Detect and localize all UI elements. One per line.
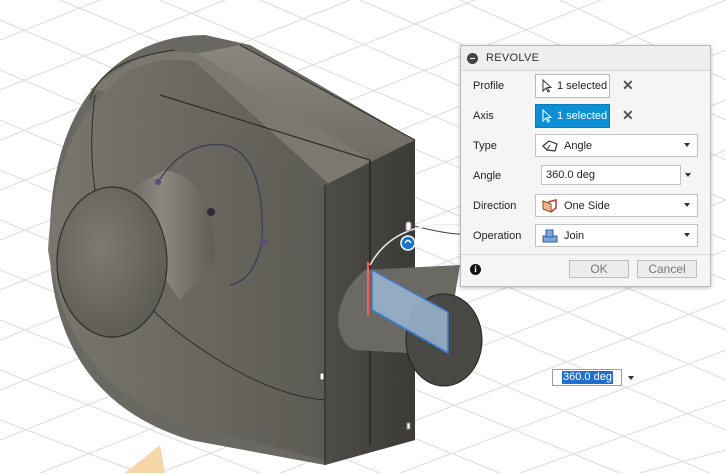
angle-dropdown-caret[interactable] xyxy=(685,173,691,177)
collapse-icon[interactable] xyxy=(467,52,478,64)
angle-icon xyxy=(542,139,558,152)
direction-label: Direction xyxy=(473,200,517,212)
direction-row: Direction One Side xyxy=(461,191,710,221)
angle-floating-dropdown-caret[interactable] xyxy=(628,376,634,380)
angle-label: Angle xyxy=(473,170,502,182)
direction-dropdown[interactable]: One Side xyxy=(535,194,698,217)
cursor-arrow-icon xyxy=(542,109,553,123)
angle-input[interactable]: 360.0 deg xyxy=(541,165,681,185)
chevron-down-icon xyxy=(684,203,690,207)
operation-row: Operation Join xyxy=(461,221,710,251)
cancel-button[interactable]: Cancel xyxy=(637,260,697,278)
direction-value: One Side xyxy=(564,199,610,212)
operation-dropdown[interactable]: Join xyxy=(535,224,698,247)
type-row: Type Angle xyxy=(461,131,710,161)
dialog-divider xyxy=(461,254,710,255)
small-marker xyxy=(406,422,411,430)
axis-value: 1 selected xyxy=(557,110,608,122)
ok-button[interactable]: OK xyxy=(569,260,629,278)
axis-select-button[interactable]: 1 selected xyxy=(535,104,610,128)
type-label: Type xyxy=(473,140,497,152)
dialog-titlebar[interactable]: REVOLVE xyxy=(461,46,710,71)
dialog-title: REVOLVE xyxy=(486,52,540,64)
small-marker xyxy=(319,372,325,381)
profile-select-button[interactable]: 1 selected xyxy=(535,74,610,98)
operation-value: Join xyxy=(564,229,585,242)
profile-clear-icon[interactable]: ✕ xyxy=(622,78,634,92)
join-icon xyxy=(542,229,558,242)
angle-floating-input[interactable]: 360.0 deg xyxy=(552,369,622,386)
one-side-icon xyxy=(542,198,557,213)
profile-row: Profile 1 selected ✕ xyxy=(461,71,710,101)
info-icon[interactable]: i xyxy=(470,264,481,275)
revolve-dialog: REVOLVE Profile 1 selected ✕ Axis 1 sele… xyxy=(460,45,711,287)
axis-clear-icon[interactable]: ✕ xyxy=(622,108,634,122)
sketch-center-point xyxy=(207,208,215,216)
angle-row: Angle 360.0 deg xyxy=(461,161,710,191)
type-dropdown[interactable]: Angle xyxy=(535,134,698,157)
operation-label: Operation xyxy=(473,230,522,242)
chevron-down-icon xyxy=(684,143,690,147)
profile-value: 1 selected xyxy=(557,80,608,92)
type-value: Angle xyxy=(564,139,593,152)
axis-row: Axis 1 selected ✕ xyxy=(461,101,710,131)
axis-label: Axis xyxy=(473,110,494,122)
ground-patch xyxy=(125,445,165,473)
sketch-point xyxy=(260,238,268,246)
sketch-point xyxy=(155,179,161,185)
chevron-down-icon xyxy=(684,233,690,237)
cursor-arrow-icon xyxy=(542,79,553,93)
profile-label: Profile xyxy=(473,80,505,92)
